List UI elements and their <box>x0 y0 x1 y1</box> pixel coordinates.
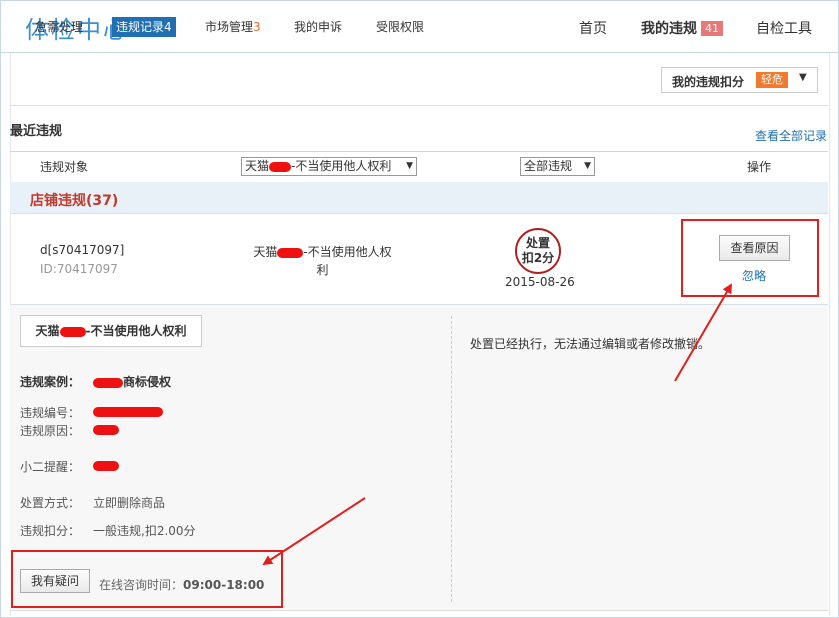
annotation-arrow <box>262 497 366 566</box>
annotation-arrows <box>262 283 733 566</box>
annotation-arrow <box>674 283 733 382</box>
